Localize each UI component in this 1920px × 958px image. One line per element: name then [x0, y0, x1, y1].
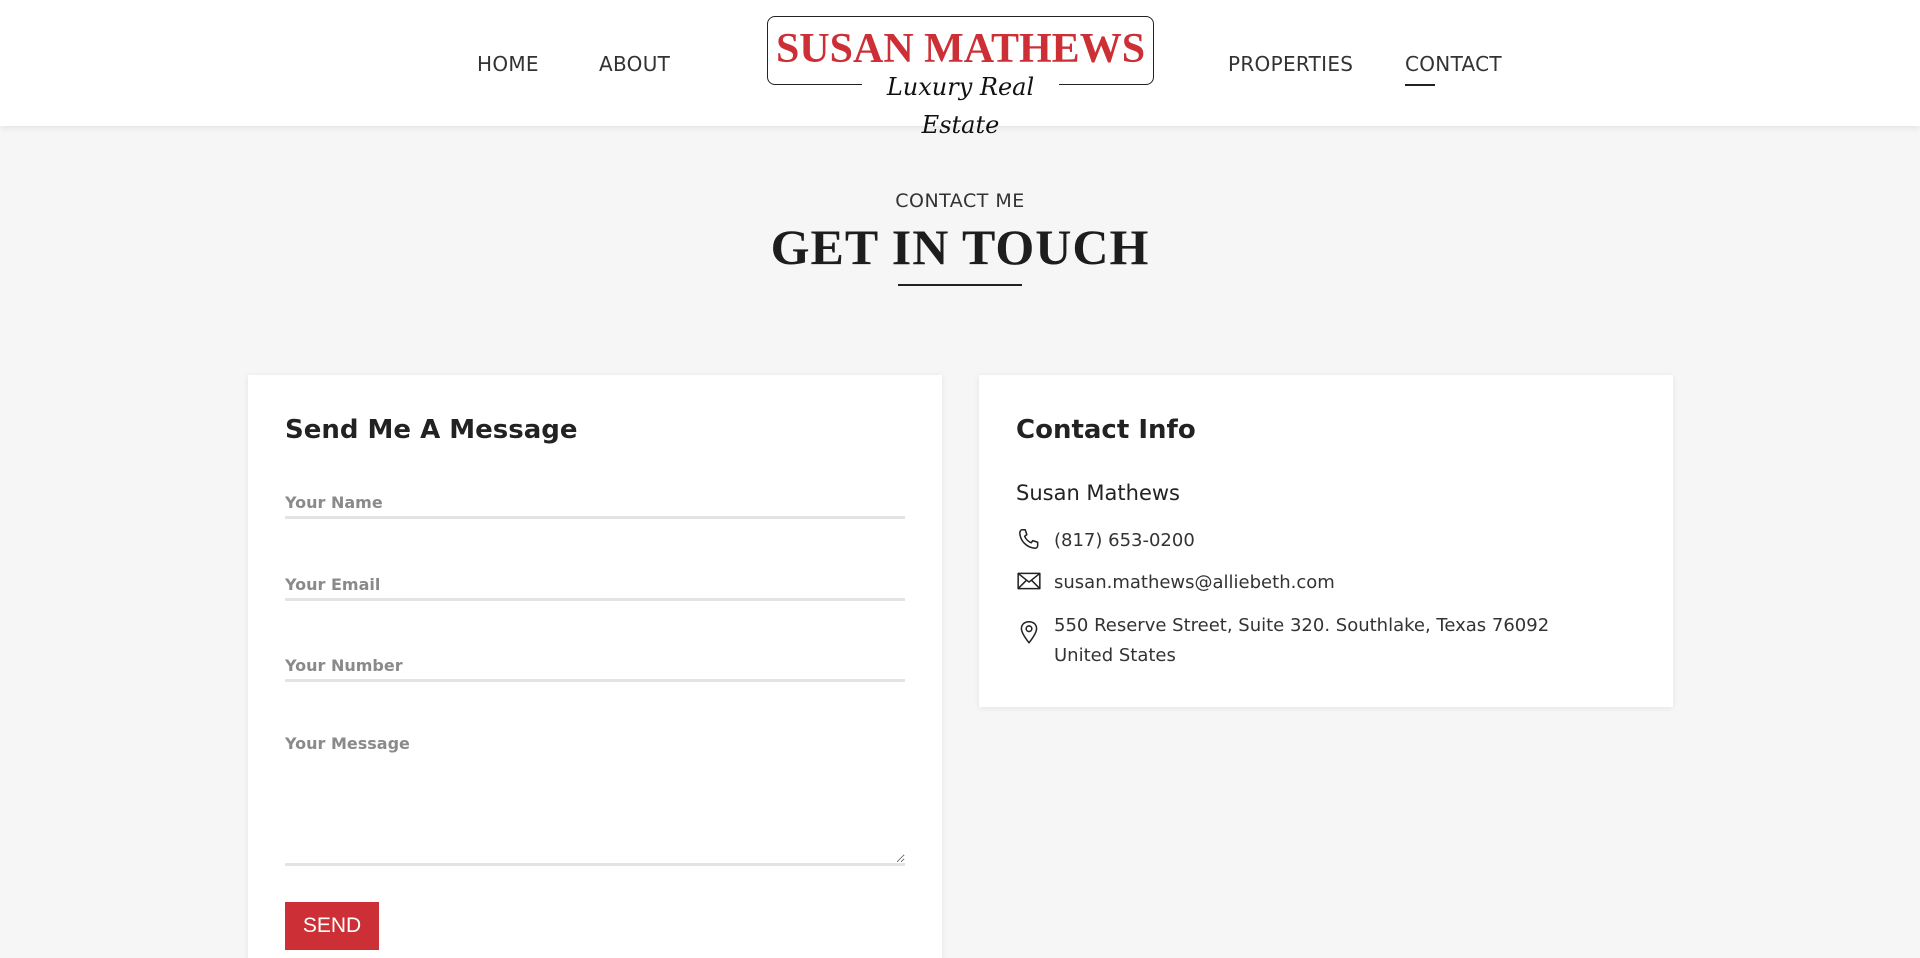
logo-tagline: Luxury Real Estate	[862, 68, 1059, 139]
email-field[interactable]	[285, 571, 905, 601]
send-button[interactable]: SEND	[285, 902, 379, 950]
contact-name: Susan Mathews	[1016, 481, 1181, 505]
nav-properties[interactable]: PROPERTIES	[1228, 52, 1353, 76]
info-title: Contact Info	[1016, 415, 1196, 445]
email-address: susan.mathews@alliebeth.com	[1054, 572, 1335, 593]
site-header: HOME ABOUT SUSAN MATHEWS Luxury Real Est…	[0, 0, 1920, 139]
site-logo[interactable]: SUSAN MATHEWS Luxury Real Estate	[767, 16, 1154, 139]
message-field[interactable]	[285, 734, 905, 866]
nav-about[interactable]: ABOUT	[599, 52, 670, 76]
phone-icon	[1019, 529, 1039, 549]
message-form-card: Send Me A Message SEND	[248, 375, 942, 958]
street-address: 550 Reserve Street, Suite 320. Southlake…	[1054, 615, 1550, 666]
section-eyebrow: CONTACT ME	[895, 190, 1025, 212]
form-title: Send Me A Message	[285, 415, 578, 445]
address-row: 550 Reserve Street, Suite 320. Southlake…	[1016, 611, 1614, 671]
phone-row[interactable]: (817) 653-0200	[1016, 526, 1614, 556]
contact-info-card: Contact Info Susan Mathews (817) 653-020…	[979, 375, 1673, 707]
email-row[interactable]: susan.mathews@alliebeth.com	[1016, 568, 1614, 598]
location-pin-icon	[1020, 620, 1038, 644]
phone-number: (817) 653-0200	[1054, 530, 1195, 551]
mail-icon	[1017, 572, 1041, 590]
title-divider	[898, 284, 1022, 286]
page-title: GET IN TOUCH	[770, 219, 1150, 275]
nav-home[interactable]: HOME	[477, 52, 539, 76]
nav-contact[interactable]: CONTACT	[1405, 52, 1502, 86]
logo-name: SUSAN MATHEWS	[775, 26, 1146, 72]
number-field[interactable]	[285, 652, 905, 682]
name-field[interactable]	[285, 489, 905, 519]
